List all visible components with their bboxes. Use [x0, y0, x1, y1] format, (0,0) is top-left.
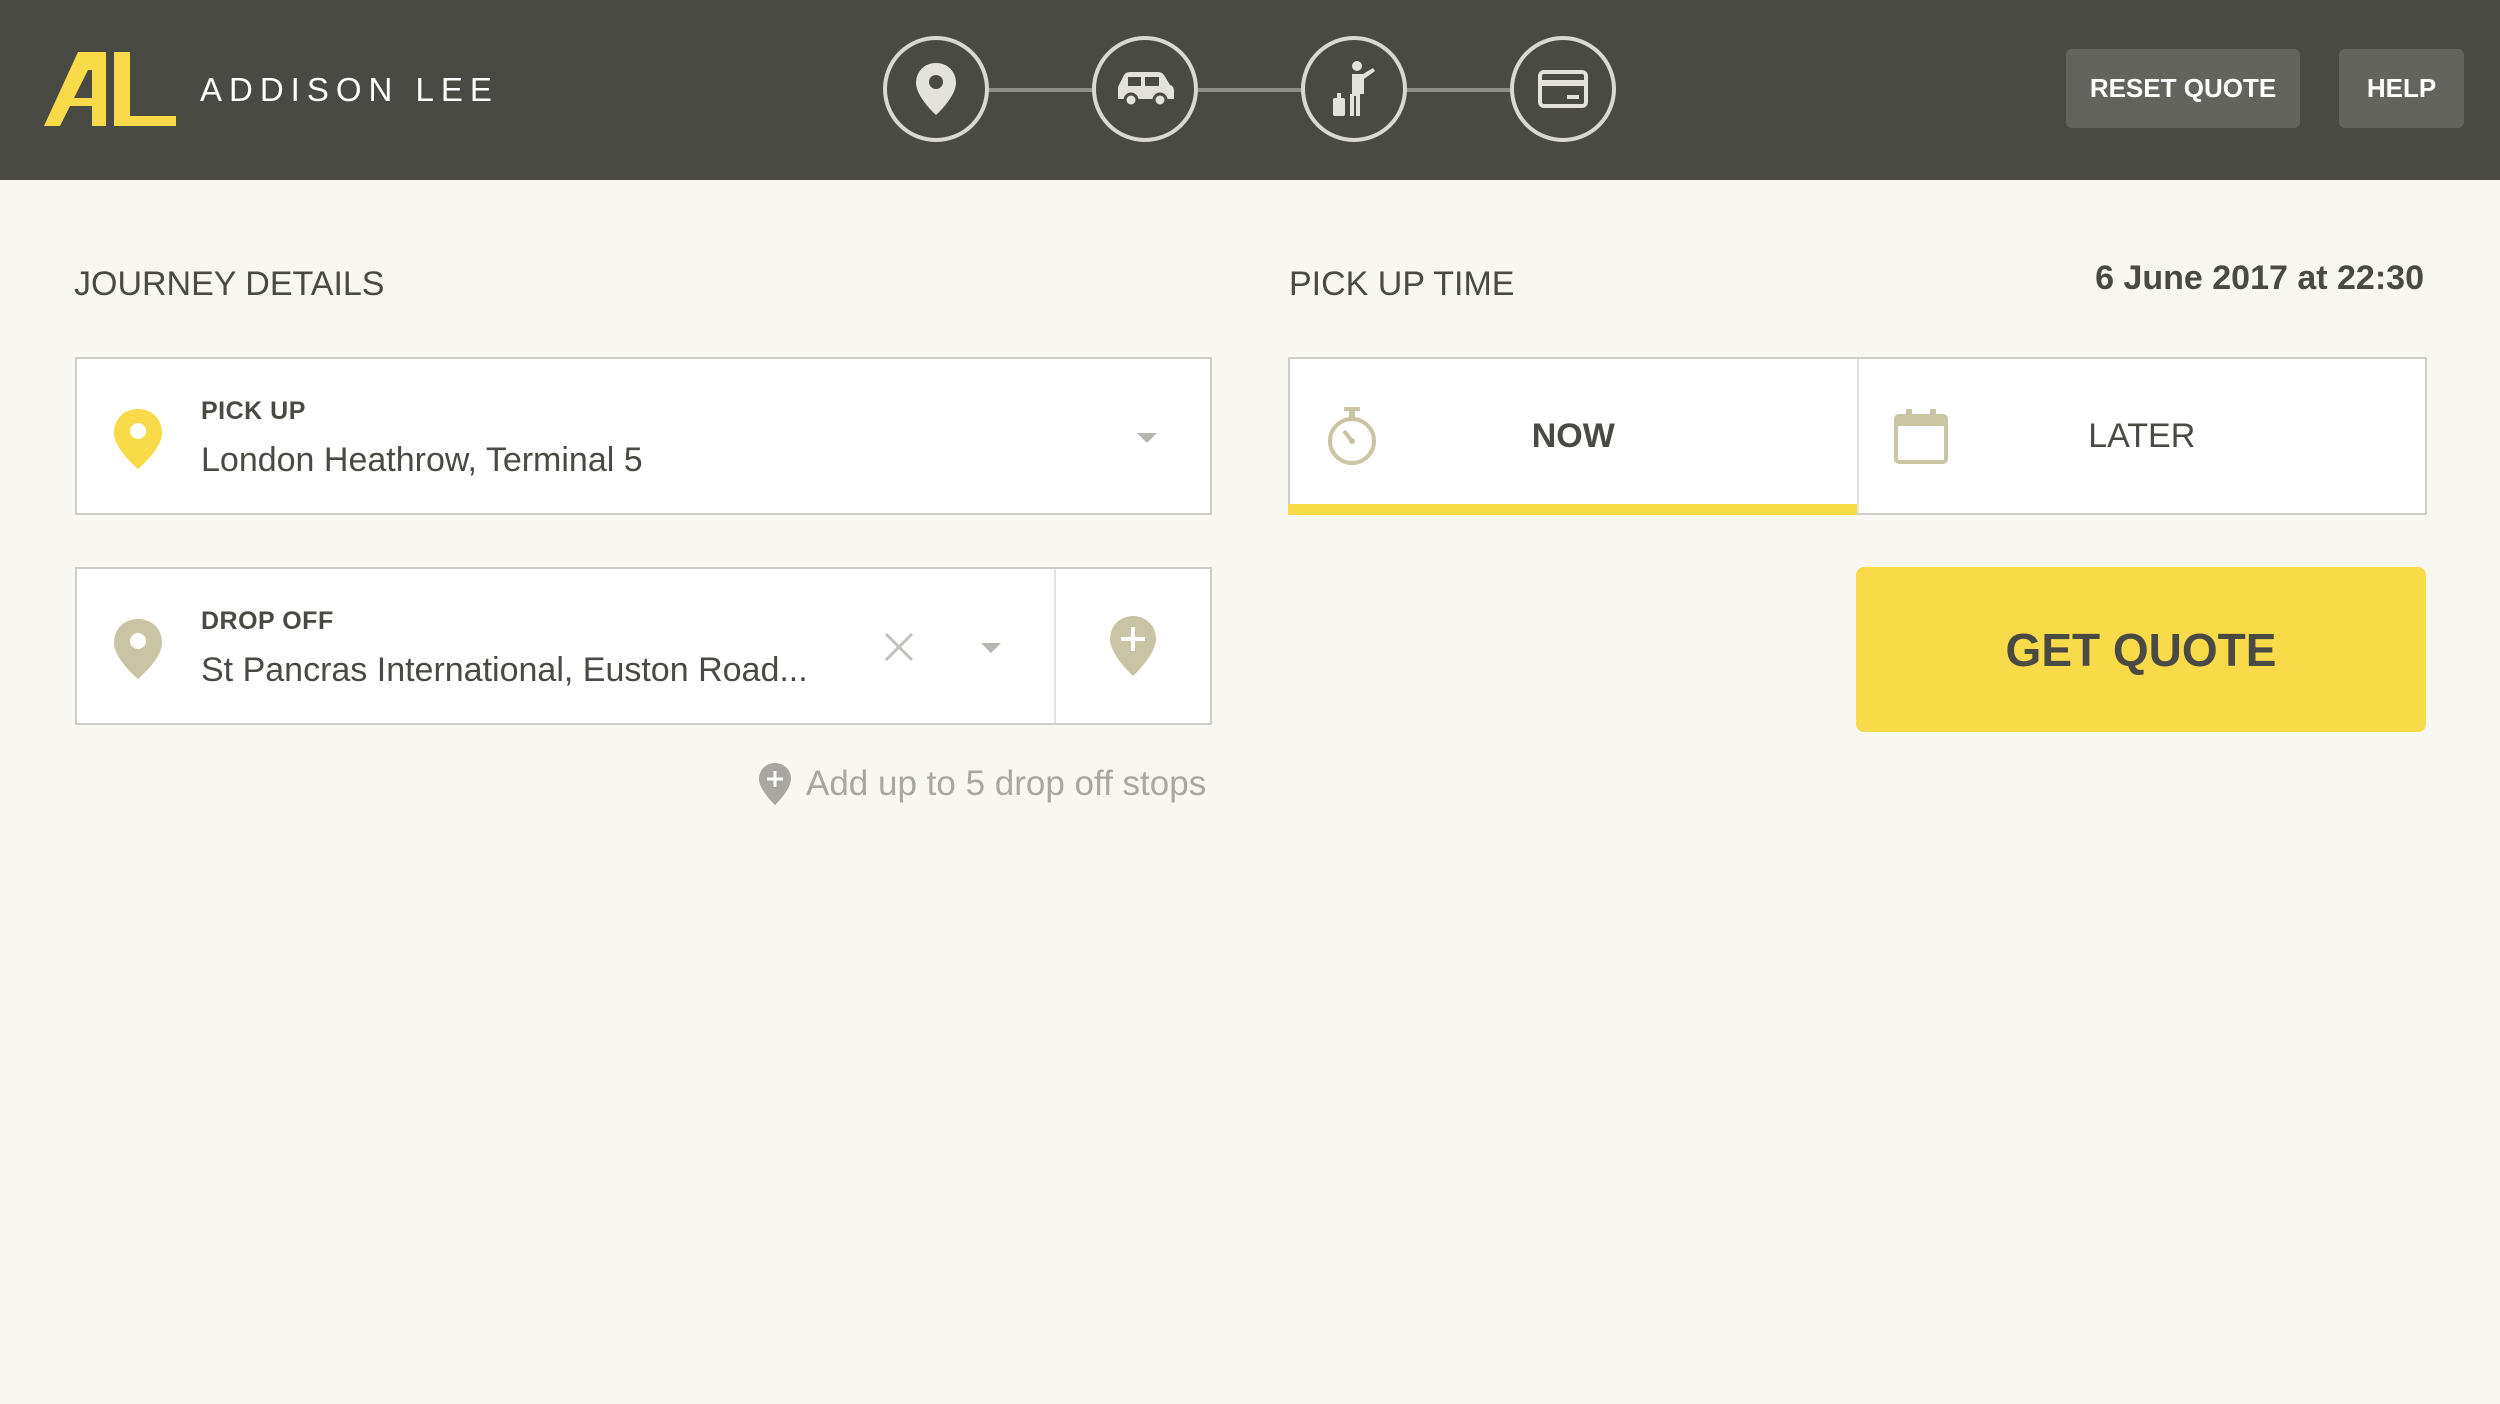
stepper-connector — [1407, 88, 1510, 92]
location-pin-icon — [916, 63, 956, 115]
time-option-now-label: NOW — [1531, 416, 1615, 455]
clear-dropoff-icon[interactable] — [883, 631, 915, 663]
time-option-later-label: LATER — [2088, 416, 2196, 455]
journey-details-title: JOURNEY DETAILS — [74, 265, 385, 303]
add-stop-button[interactable] — [1054, 569, 1210, 723]
pickup-time-title: PICK UP TIME — [1289, 265, 1515, 303]
booking-progress-stepper — [883, 36, 1616, 142]
stopwatch-icon — [1328, 407, 1376, 465]
step-payment[interactable] — [1510, 36, 1616, 142]
step-location[interactable] — [883, 36, 989, 142]
car-icon — [1118, 72, 1174, 108]
time-option-later[interactable]: LATER — [1856, 359, 2426, 513]
dropoff-label: DROP OFF — [201, 607, 334, 635]
passenger-luggage-icon — [1333, 61, 1375, 116]
add-stop-small-pin-icon — [759, 763, 791, 805]
pickup-dropdown-chevron-icon[interactable] — [1137, 433, 1157, 443]
reset-quote-button[interactable]: RESET QUOTE — [2066, 49, 2300, 128]
add-stop-pin-icon — [1110, 616, 1156, 676]
step-passengers[interactable] — [1301, 36, 1407, 142]
dropoff-value[interactable]: St Pancras International, Euston Road... — [201, 651, 841, 690]
help-button[interactable]: HELP — [2339, 49, 2464, 128]
step-vehicle[interactable] — [1092, 36, 1198, 142]
stepper-connector — [989, 88, 1092, 92]
pickup-datetime: 6 June 2017 at 22:30 — [2095, 259, 2424, 297]
time-option-now[interactable]: NOW — [1288, 359, 1857, 515]
top-bar: ADDISON LEE RESET QUOTE HELP — [0, 0, 2500, 180]
calendar-icon — [1893, 409, 1948, 464]
brand-name: ADDISON LEE — [200, 71, 499, 108]
pickup-label: PICK UP — [201, 397, 306, 425]
pickup-pin-icon — [114, 409, 162, 469]
dropoff-pin-icon — [114, 619, 162, 679]
pickup-value[interactable]: London Heathrow, Terminal 5 — [201, 441, 1101, 480]
add-stops-hint-text: Add up to 5 drop off stops — [806, 764, 1207, 803]
dropoff-dropdown-chevron-icon[interactable] — [981, 643, 1001, 653]
add-stops-hint[interactable]: Add up to 5 drop off stops — [758, 762, 1206, 806]
payment-card-icon — [1538, 70, 1588, 108]
pickup-field[interactable]: PICK UP London Heathrow, Terminal 5 — [75, 357, 1212, 515]
addison-lee-logo[interactable] — [44, 50, 176, 128]
get-quote-button[interactable]: GET QUOTE — [1856, 567, 2426, 732]
dropoff-field[interactable]: DROP OFF St Pancras International, Eusto… — [75, 567, 1212, 725]
pickup-time-selector: NOW LATER — [1288, 357, 2427, 515]
stepper-connector — [1198, 88, 1301, 92]
